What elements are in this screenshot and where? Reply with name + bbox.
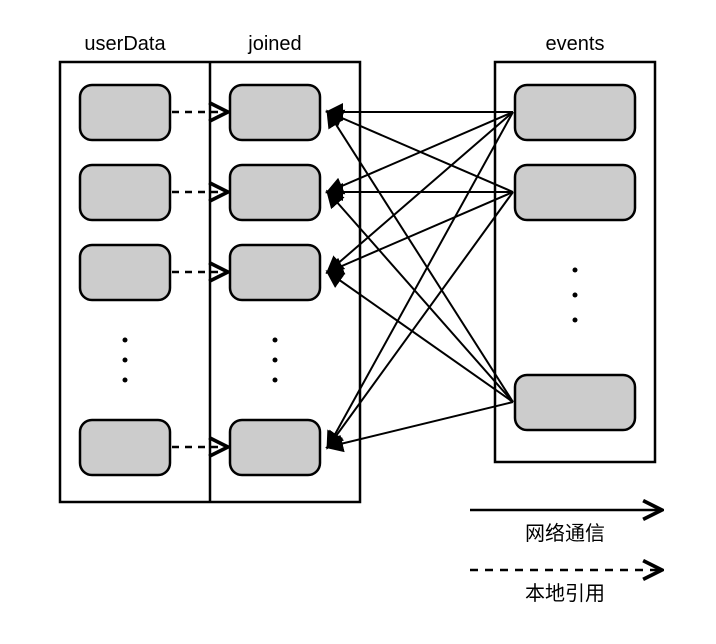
events-partition <box>515 375 635 430</box>
legend-network-label: 网络通信 <box>525 522 605 545</box>
ellipsis-icon <box>573 268 578 323</box>
userdata-partition <box>80 165 170 220</box>
ellipsis-icon <box>123 338 128 383</box>
joined-partition <box>230 165 320 220</box>
joined-partition <box>230 245 320 300</box>
middle-column-label: joined <box>247 33 301 55</box>
network-arrow <box>328 272 513 402</box>
joined-partition <box>230 420 320 475</box>
userdata-partition <box>80 420 170 475</box>
joined-partition <box>230 85 320 140</box>
network-arrow <box>328 112 513 447</box>
network-arrow <box>328 112 513 402</box>
userdata-partition <box>80 245 170 300</box>
partition-diagram: userData joined events <box>20 20 716 624</box>
ellipsis-icon <box>273 338 278 383</box>
network-arrow <box>328 192 513 272</box>
events-partition <box>515 165 635 220</box>
legend-local-label: 本地引用 <box>525 582 605 605</box>
events-partition <box>515 85 635 140</box>
right-column-label: events <box>546 33 605 55</box>
network-arrow <box>328 192 513 402</box>
userdata-partition <box>80 85 170 140</box>
left-column-label: userData <box>84 33 166 55</box>
